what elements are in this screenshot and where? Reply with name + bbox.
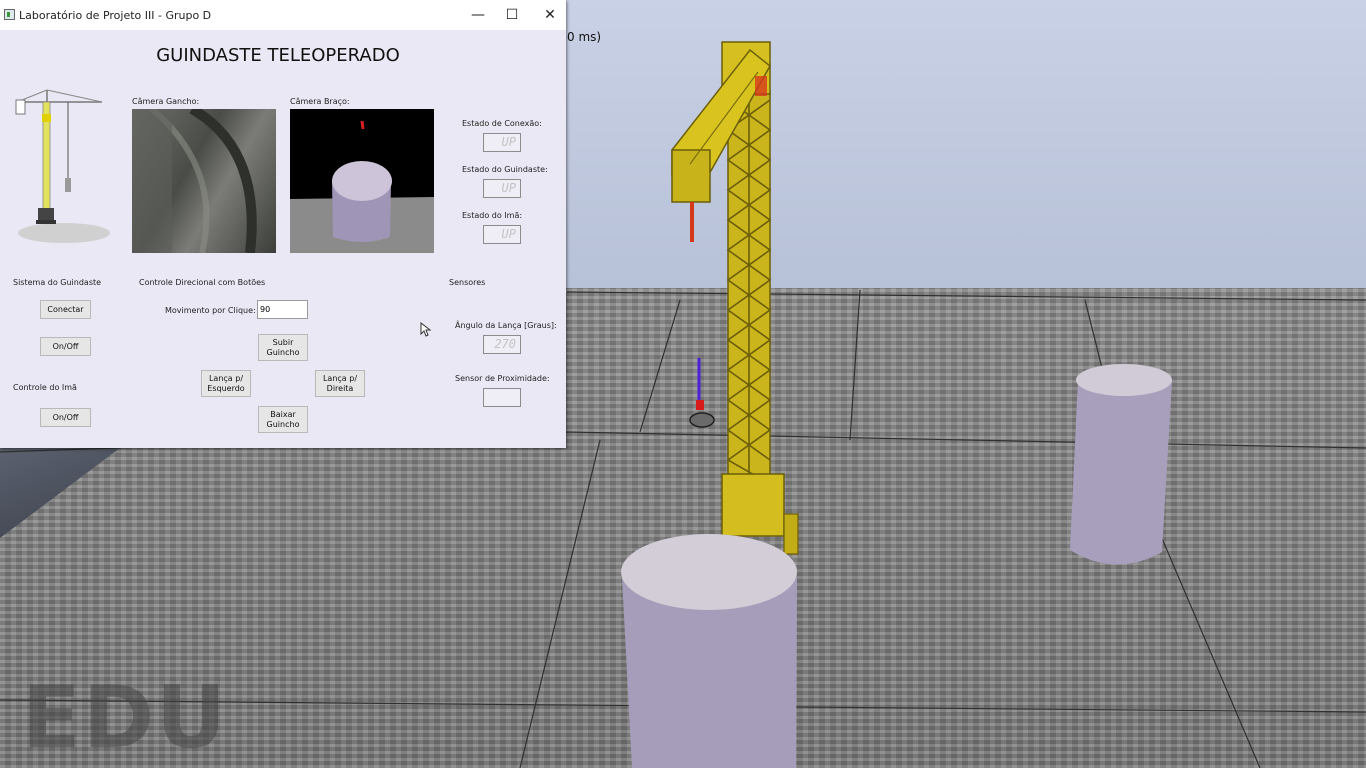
crane-illustration-icon bbox=[15, 89, 110, 243]
raise-hook-button[interactable]: Subir Guincho bbox=[258, 334, 308, 361]
magnet-onoff-button[interactable]: On/Off bbox=[40, 408, 91, 427]
arm-camera-label: Câmera Braço: bbox=[290, 97, 350, 106]
boom-right-line2: Direita bbox=[326, 383, 354, 393]
boom-left-line1: Lança p/ bbox=[208, 373, 244, 383]
crane-status-display: UP bbox=[483, 179, 521, 198]
boom-left-line2: Esquerdo bbox=[207, 383, 245, 393]
mouse-cursor-icon bbox=[420, 322, 432, 337]
connection-status-display: UP bbox=[483, 133, 521, 152]
crane-3d-model bbox=[671, 41, 799, 555]
raise-hook-line1: Subir bbox=[272, 337, 294, 347]
boom-right-button[interactable]: Lança p/ Direita bbox=[315, 370, 365, 397]
hook-camera-view bbox=[132, 109, 276, 253]
window-title: Laboratório de Projeto III - Grupo D bbox=[19, 9, 212, 22]
crane-onoff-button[interactable]: On/Off bbox=[40, 337, 91, 356]
lower-hook-line1: Baixar bbox=[270, 409, 296, 419]
move-per-click-label: Movimento por Clique: bbox=[165, 306, 256, 315]
crane-status-label: Estado do Guindaste: bbox=[462, 165, 548, 174]
app-window: Laboratório de Projeto III - Grupo D — ☐… bbox=[0, 0, 566, 448]
close-button[interactable]: ✕ bbox=[535, 5, 565, 25]
move-per-click-input[interactable] bbox=[257, 300, 308, 319]
lower-hook-button[interactable]: Baixar Guincho bbox=[258, 406, 308, 433]
connect-button[interactable]: Conectar bbox=[40, 300, 91, 319]
arm-camera-view bbox=[290, 109, 434, 253]
sensors-label: Sensores bbox=[449, 278, 486, 287]
hook-camera-label: Câmera Gancho: bbox=[132, 97, 200, 106]
proximity-sensor-display bbox=[483, 388, 521, 407]
proximity-sensor-label: Sensor de Proximidade: bbox=[455, 374, 550, 383]
directional-control-label: Controle Direcional com Botões bbox=[139, 278, 266, 287]
connection-status-label: Estado de Conexão: bbox=[462, 119, 542, 128]
maximize-button[interactable]: ☐ bbox=[497, 5, 527, 25]
timing-readout: 0 ms) bbox=[567, 30, 602, 44]
page-title: GUINDASTE TELEOPERADO bbox=[156, 45, 400, 66]
cylinder-front bbox=[621, 534, 797, 768]
watermark-logo: EDU bbox=[22, 668, 228, 768]
magnet-control-label: Controle do Imã bbox=[13, 383, 77, 392]
boom-angle-display: 270 bbox=[483, 335, 521, 354]
magnet-status-display: UP bbox=[483, 225, 521, 244]
boom-left-button[interactable]: Lança p/ Esquerdo bbox=[201, 370, 251, 397]
minimize-button[interactable]: — bbox=[463, 5, 493, 25]
boom-right-line1: Lança p/ bbox=[322, 373, 358, 383]
boom-angle-label: Ângulo da Lança [Graus]: bbox=[455, 321, 557, 330]
title-bar[interactable]: Laboratório de Projeto III - Grupo D — ☐… bbox=[0, 0, 566, 30]
magnet-status-label: Estado do Imã: bbox=[462, 211, 523, 220]
raise-hook-line2: Guincho bbox=[266, 347, 300, 357]
lower-hook-line2: Guincho bbox=[266, 419, 300, 429]
crane-system-label: Sistema do Guindaste bbox=[13, 278, 102, 287]
app-icon bbox=[4, 9, 15, 20]
cylinder-right bbox=[1070, 364, 1172, 565]
